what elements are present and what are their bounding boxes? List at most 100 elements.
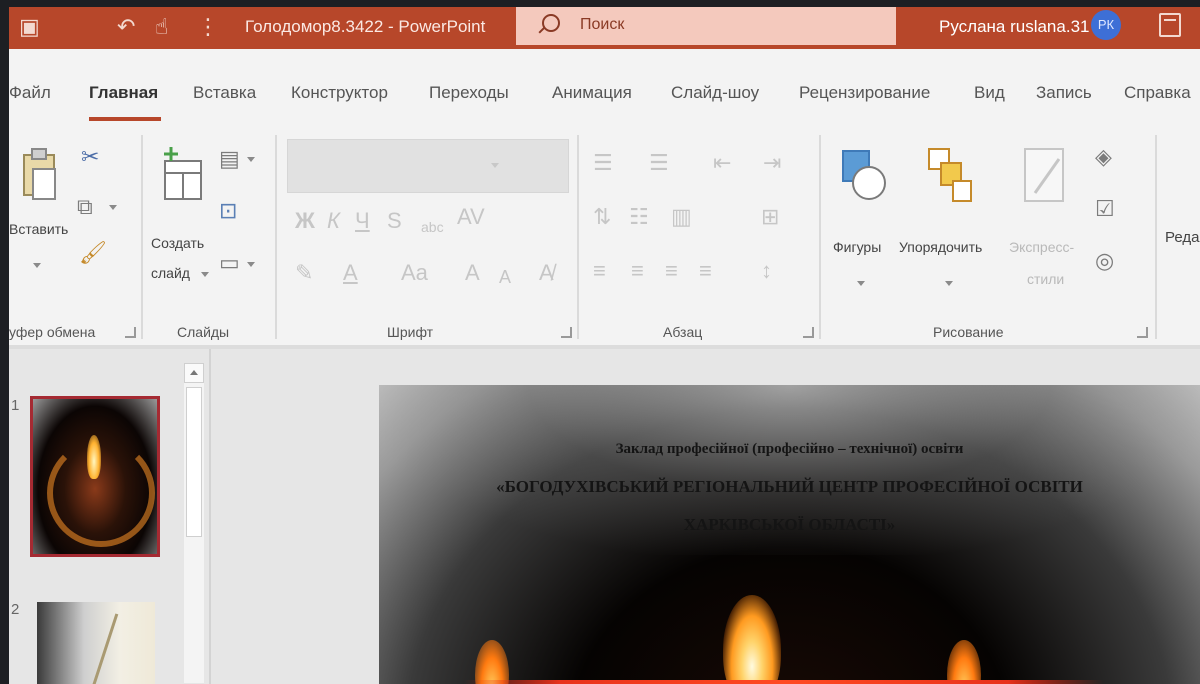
tab-animations[interactable]: Анимация xyxy=(552,83,632,103)
cut-icon[interactable]: ✂ xyxy=(81,145,99,169)
layout-icon[interactable]: ▤ xyxy=(219,147,240,171)
thumbnail-number: 2 xyxy=(11,601,20,618)
editing-label[interactable]: Реда xyxy=(1165,229,1199,246)
slides-group-label: Слайды xyxy=(177,324,230,340)
tab-home[interactable]: Главная xyxy=(89,83,158,103)
layout-dropdown-icon[interactable] xyxy=(247,157,255,162)
line-spacing-icon[interactable]: ↕ xyxy=(761,259,772,283)
scroll-up-icon[interactable] xyxy=(184,363,204,383)
font-name-combobox[interactable] xyxy=(287,139,569,193)
drawing-group-label: Рисование xyxy=(933,324,1004,340)
slide-thumbnail-2[interactable] xyxy=(37,602,155,684)
shapes-label[interactable]: Фигуры xyxy=(833,239,881,255)
shrink-font-icon[interactable]: A xyxy=(499,265,511,289)
scrollbar-thumb[interactable] xyxy=(186,387,202,537)
section-dropdown-icon[interactable] xyxy=(247,262,255,267)
slide-canvas[interactable]: Заклад професійної (професійно – технічн… xyxy=(379,385,1200,684)
customize-qat-icon[interactable]: ⋮ xyxy=(197,13,219,41)
tab-file[interactable]: Файл xyxy=(9,83,51,103)
new-slide-dropdown-icon[interactable] xyxy=(201,272,209,277)
clipboard-launcher-icon[interactable] xyxy=(125,327,136,338)
tab-design[interactable]: Конструктор xyxy=(291,83,388,103)
underline-icon[interactable]: Ч xyxy=(355,209,370,233)
reset-icon[interactable]: ⊡ xyxy=(219,199,237,223)
group-separator xyxy=(577,135,579,339)
shape-effects-icon[interactable]: ◎ xyxy=(1095,249,1114,273)
shape-outline-icon[interactable]: ☑ xyxy=(1095,197,1115,221)
new-slide-icon[interactable] xyxy=(159,145,207,203)
decrease-indent-icon[interactable]: ⇤ xyxy=(713,151,731,175)
new-slide-label-2[interactable]: слайд xyxy=(151,265,190,281)
align-text-icon[interactable]: ☷ xyxy=(629,205,649,229)
grow-font-icon[interactable]: A xyxy=(465,261,480,285)
pane-divider[interactable] xyxy=(209,349,211,684)
quick-styles-label-1[interactable]: Экспресс- xyxy=(1009,239,1074,255)
font-dropdown-icon[interactable] xyxy=(491,163,499,168)
slide-title-line-2[interactable]: ХАРКІВСЬКОЇ ОБЛАСТІ» xyxy=(379,515,1200,535)
quick-styles-icon[interactable] xyxy=(1021,145,1069,209)
strikethrough-icon[interactable]: S xyxy=(387,209,402,233)
format-painter-icon[interactable]: 🖌 xyxy=(79,241,107,265)
change-case-icon[interactable]: Aa xyxy=(401,261,428,285)
tab-help[interactable]: Справка xyxy=(1124,83,1191,103)
search-box[interactable]: Поиск xyxy=(516,7,896,45)
font-color-icon[interactable]: A xyxy=(343,261,358,285)
italic-icon[interactable]: К xyxy=(327,209,340,233)
justify-icon[interactable]: ≡ xyxy=(699,259,712,283)
slide-subtitle[interactable]: Заклад професійної (професійно – технічн… xyxy=(379,441,1200,458)
tab-insert[interactable]: Вставка xyxy=(193,83,256,103)
user-name[interactable]: Руслана ruslana.31 xyxy=(939,17,1089,37)
save-icon[interactable]: ▣ xyxy=(19,13,40,41)
touch-mode-icon[interactable]: ☝ xyxy=(155,13,168,41)
workspace: 1 2 Заклад професійної (професійно – тех… xyxy=(9,349,1200,684)
slide-flame-right xyxy=(947,640,981,684)
highlight-icon[interactable]: ✎ xyxy=(295,261,313,285)
quick-styles-label-2[interactable]: стили xyxy=(1027,271,1064,287)
tab-record[interactable]: Запись xyxy=(1036,83,1092,103)
smartart-icon[interactable]: ⊞ xyxy=(761,205,779,229)
tab-view[interactable]: Вид xyxy=(974,83,1005,103)
shapes-dropdown-icon[interactable] xyxy=(857,281,865,286)
shape-fill-icon[interactable]: ◈ xyxy=(1095,145,1112,169)
powerpoint-window: ▣ ↶ ☝ ⋮ Голодомор8.3422 - PowerPoint Пои… xyxy=(9,7,1200,684)
group-separator xyxy=(275,135,277,339)
align-right-icon[interactable]: ≡ xyxy=(665,259,678,283)
paste-icon[interactable] xyxy=(21,147,59,217)
tab-transitions[interactable]: Переходы xyxy=(429,83,509,103)
columns-icon[interactable]: ▥ xyxy=(671,205,692,229)
align-center-icon[interactable]: ≡ xyxy=(631,259,644,283)
shapes-icon[interactable] xyxy=(839,145,887,209)
copy-icon[interactable]: ⧉ xyxy=(77,195,93,219)
text-direction-icon[interactable]: ⇅ xyxy=(593,205,611,229)
tab-review[interactable]: Рецензирование xyxy=(799,83,930,103)
bold-icon[interactable]: Ж xyxy=(295,209,315,233)
arrange-label[interactable]: Упорядочить xyxy=(899,239,982,255)
paragraph-launcher-icon[interactable] xyxy=(803,327,814,338)
avatar[interactable]: РК xyxy=(1091,10,1121,40)
copy-dropdown-icon[interactable] xyxy=(109,205,117,210)
paste-dropdown-icon[interactable] xyxy=(33,263,41,268)
undo-icon[interactable]: ↶ xyxy=(117,13,135,41)
font-launcher-icon[interactable] xyxy=(561,327,572,338)
document-title: Голодомор8.3422 - PowerPoint xyxy=(245,17,486,36)
align-left-icon[interactable]: ≡ xyxy=(593,259,606,283)
bullets-icon[interactable]: ☰ xyxy=(593,151,613,175)
search-icon xyxy=(542,14,560,32)
numbering-icon[interactable]: ☰ xyxy=(649,151,669,175)
paste-label[interactable]: Вставить xyxy=(9,221,68,237)
slide-thumbnail-1[interactable] xyxy=(30,396,160,557)
search-placeholder: Поиск xyxy=(580,16,625,33)
ribbon-display-options-icon[interactable] xyxy=(1159,13,1181,37)
clear-formatting-icon[interactable]: A̸ xyxy=(539,261,554,285)
character-spacing-icon[interactable]: AV xyxy=(457,205,485,229)
drawing-launcher-icon[interactable] xyxy=(1137,327,1148,338)
tab-slideshow[interactable]: Слайд-шоу xyxy=(671,83,759,103)
arrange-dropdown-icon[interactable] xyxy=(945,281,953,286)
slide-title-line-1[interactable]: «БОГОДУХІВСЬКИЙ РЕГІОНАЛЬНИЙ ЦЕНТР ПРОФЕ… xyxy=(379,477,1200,497)
section-icon[interactable]: ▭ xyxy=(219,251,240,275)
new-slide-label-1[interactable]: Создать xyxy=(151,235,204,251)
ribbon-tabs: Файл Главная Вставка Конструктор Переход… xyxy=(9,49,1200,131)
arrange-icon[interactable] xyxy=(925,145,973,209)
shadow-icon[interactable]: abc xyxy=(421,215,444,239)
increase-indent-icon[interactable]: ⇥ xyxy=(763,151,781,175)
